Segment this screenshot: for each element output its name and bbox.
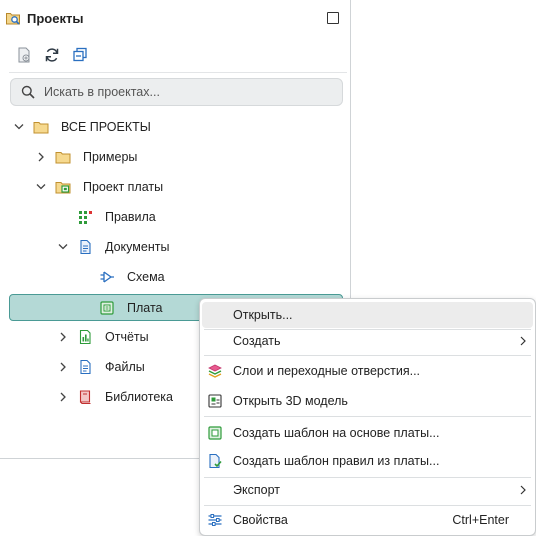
menu-item-export[interactable]: Экспорт — [202, 477, 533, 503]
menu-item-create[interactable]: Создать — [202, 328, 533, 354]
menu-label: Создать шаблон на основе платы... — [233, 426, 440, 440]
chevron-right-icon[interactable] — [57, 390, 69, 404]
folder-icon — [55, 152, 71, 164]
library-icon — [79, 390, 91, 405]
new-project-icon[interactable] — [15, 46, 33, 64]
menu-label: Создать — [233, 334, 281, 348]
chevron-down-icon[interactable] — [57, 240, 69, 254]
tree-item-board-project[interactable]: Проект платы — [9, 174, 342, 200]
search-box[interactable] — [10, 78, 343, 106]
board-icon — [100, 301, 114, 315]
menu-label: Свойства — [233, 513, 288, 527]
menu-label: Создать шаблон правил из платы... — [233, 454, 440, 468]
menu-item-rules-template[interactable]: Создать шаблон правил из платы... — [202, 448, 533, 474]
template-icon — [208, 426, 222, 440]
search-input[interactable] — [44, 82, 334, 101]
menu-item-layers[interactable]: Слои и переходные отверстия... — [202, 358, 533, 384]
tree-item-all-projects[interactable]: ВСЕ ПРОЕКТЫ — [9, 114, 342, 140]
rules-template-icon — [209, 453, 222, 469]
tree-label: Правила — [105, 210, 156, 224]
tree-label: Отчёты — [105, 330, 149, 344]
menu-label: Открыть 3D модель — [233, 394, 348, 408]
tree-label: Файлы — [105, 360, 145, 374]
menu-item-template-from-board[interactable]: Создать шаблон на основе платы... — [202, 420, 533, 446]
schematic-icon — [100, 271, 114, 283]
menu-label: Экспорт — [233, 483, 280, 497]
submenu-arrow-icon — [520, 485, 526, 495]
file-icon — [80, 359, 91, 375]
panel-title: Проекты — [27, 11, 84, 26]
tree-item-documents[interactable]: Документы — [9, 234, 342, 260]
menu-separator — [204, 416, 531, 417]
chevron-down-icon[interactable] — [13, 120, 25, 134]
menu-separator — [204, 355, 531, 356]
projects-search-icon — [6, 13, 20, 25]
folder-icon — [33, 122, 49, 134]
tree-item-rules[interactable]: Правила — [9, 204, 342, 230]
toolbar-separator — [9, 72, 347, 73]
3d-model-icon — [208, 394, 222, 408]
menu-label: Слои и переходные отверстия... — [233, 364, 421, 378]
rules-icon — [79, 211, 92, 224]
menu-item-open[interactable]: Открыть... — [202, 302, 533, 328]
tree-label: ВСЕ ПРОЕКТЫ — [61, 120, 151, 134]
tree-item-schematic[interactable]: Схема — [9, 264, 342, 290]
submenu-arrow-icon — [520, 336, 526, 346]
refresh-icon[interactable] — [43, 46, 61, 64]
tree-label: Схема — [127, 270, 165, 284]
tree-label: Примеры — [83, 150, 138, 164]
menu-item-properties[interactable]: Свойства Ctrl+Enter — [202, 507, 533, 533]
chevron-right-icon[interactable] — [57, 330, 69, 344]
tree-label: Проект платы — [83, 180, 164, 194]
shortcut-label: Ctrl+Enter — [452, 513, 509, 527]
project-folder-icon — [55, 182, 71, 194]
tree-item-examples[interactable]: Примеры — [9, 144, 342, 170]
search-icon — [21, 85, 35, 99]
collapse-all-icon[interactable] — [71, 46, 89, 64]
menu-item-open-3d[interactable]: Открыть 3D модель — [202, 388, 533, 414]
chevron-down-icon[interactable] — [35, 180, 47, 194]
report-icon — [79, 329, 91, 345]
properties-icon — [208, 514, 222, 526]
tree-label: Плата — [127, 301, 163, 315]
context-menu: Открыть... Создать Слои и переходные отв… — [199, 298, 536, 536]
chevron-right-icon[interactable] — [35, 150, 47, 164]
maximize-button[interactable] — [327, 12, 339, 24]
document-icon — [80, 239, 91, 255]
tree-label: Библиотека — [105, 390, 173, 404]
menu-separator — [204, 505, 531, 506]
layers-icon — [208, 364, 222, 378]
chevron-right-icon[interactable] — [57, 360, 69, 374]
panel-title-bar: Проекты — [0, 0, 350, 36]
menu-label: Открыть... — [233, 308, 293, 322]
tree-label: Документы — [105, 240, 170, 254]
